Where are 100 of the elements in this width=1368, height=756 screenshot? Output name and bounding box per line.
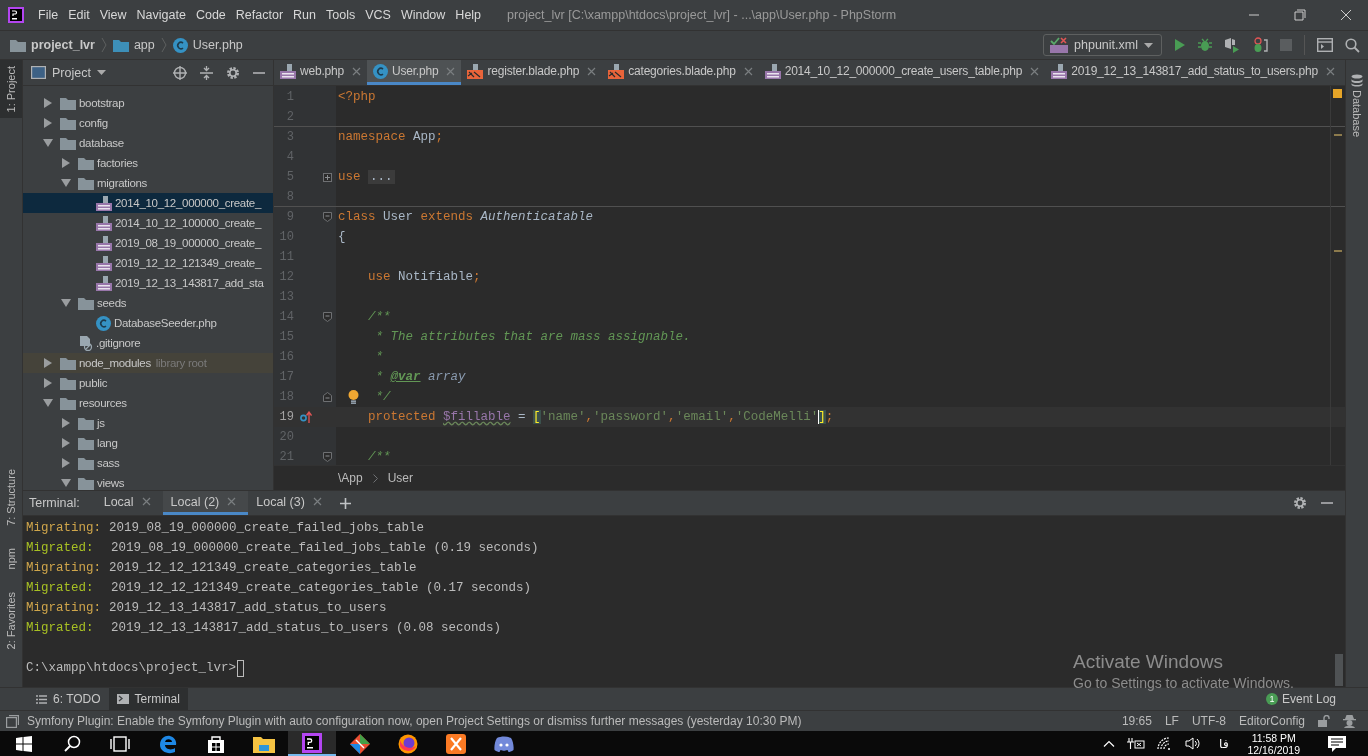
run-icon[interactable] bbox=[1174, 38, 1186, 52]
session-tab[interactable]: Local (3) bbox=[248, 491, 334, 515]
menu-item[interactable]: VCS bbox=[365, 8, 391, 22]
browser-icon[interactable] bbox=[398, 733, 418, 754]
tree-item[interactable]: resources bbox=[79, 397, 127, 409]
coverage-icon[interactable] bbox=[1224, 37, 1240, 53]
inspector-icon[interactable] bbox=[1343, 714, 1356, 728]
tool-window-tab[interactable]: 6: TODO bbox=[28, 688, 109, 710]
file-encoding[interactable]: UTF-8 bbox=[1191, 714, 1226, 728]
collapse-all-icon[interactable] bbox=[200, 65, 213, 80]
session-tab[interactable]: Local bbox=[95, 491, 163, 515]
scroll-marker[interactable] bbox=[1334, 250, 1342, 252]
expand-arrow-icon[interactable] bbox=[43, 358, 53, 368]
tree-item[interactable]: 2019_08_19_000000_create_ bbox=[115, 237, 261, 249]
menu-item[interactable]: View bbox=[99, 8, 127, 22]
collapse-arrow-icon[interactable] bbox=[61, 298, 71, 308]
menu-item[interactable]: File bbox=[38, 8, 59, 22]
tree-item[interactable]: 2019_12_13_143817_add_sta bbox=[115, 277, 264, 289]
breadcrumb-item[interactable]: app bbox=[133, 38, 155, 52]
chat-app-icon[interactable] bbox=[494, 735, 514, 752]
breadcrumb-item[interactable]: User bbox=[387, 471, 414, 485]
menu-item[interactable]: Refactor bbox=[235, 8, 284, 22]
menu-item[interactable]: Edit bbox=[68, 8, 90, 22]
bug-icon[interactable] bbox=[1198, 38, 1212, 52]
clock-date[interactable]: 12/16/2019 bbox=[1247, 743, 1300, 756]
terminal-window-icon[interactable] bbox=[1317, 38, 1333, 52]
folder-icon[interactable] bbox=[253, 734, 275, 753]
task-view-icon[interactable] bbox=[110, 735, 130, 752]
collapse-arrow-icon[interactable] bbox=[61, 478, 71, 488]
windows-logo-icon[interactable] bbox=[16, 735, 32, 752]
chevron-up-icon[interactable] bbox=[1103, 740, 1116, 747]
run-configuration-dropdown[interactable]: phpunit.xml bbox=[1043, 34, 1162, 56]
expand-arrow-icon[interactable] bbox=[61, 438, 71, 448]
toggle-panels-icon[interactable] bbox=[6, 714, 19, 728]
tree-item[interactable]: database bbox=[79, 137, 124, 149]
expand-fold-icon[interactable] bbox=[322, 172, 332, 182]
editor-tab[interactable]: categories.blade.php bbox=[602, 60, 759, 85]
app-logo-icon[interactable] bbox=[302, 732, 322, 753]
maximize-icon[interactable] bbox=[1294, 9, 1306, 21]
tree-item[interactable]: .gitignore bbox=[96, 337, 141, 349]
collapse-arrow-icon[interactable] bbox=[61, 178, 71, 188]
expand-arrow-icon[interactable] bbox=[61, 418, 71, 428]
tool-window-tab[interactable]: npm bbox=[0, 542, 22, 576]
close-icon[interactable] bbox=[1340, 9, 1352, 21]
tree-item[interactable]: public bbox=[79, 377, 108, 389]
editor-tab[interactable]: 2019_12_13_143817_add_status_to_users.php bbox=[1045, 60, 1341, 85]
event-log-button[interactable]: 1 Event Log bbox=[1265, 692, 1368, 706]
tool-window-tab[interactable]: 7: Structure bbox=[0, 463, 22, 533]
tree-item[interactable]: 2014_10_12_100000_create_ bbox=[115, 217, 261, 229]
caret-position[interactable]: 19:65 bbox=[1121, 714, 1152, 728]
settings-icon[interactable] bbox=[1293, 496, 1307, 510]
add-icon[interactable] bbox=[339, 497, 351, 509]
fold-icon[interactable] bbox=[322, 392, 332, 402]
override-marker-icon[interactable] bbox=[300, 411, 312, 423]
menu-item[interactable]: Run bbox=[293, 8, 316, 22]
panel-title[interactable]: Project bbox=[52, 65, 91, 80]
menu-item[interactable]: Code bbox=[195, 8, 226, 22]
tree-item[interactable]: node_modules bbox=[79, 357, 151, 369]
tree-item[interactable]: sass bbox=[97, 457, 120, 469]
expand-arrow-icon[interactable] bbox=[61, 458, 71, 468]
fold-icon[interactable] bbox=[322, 212, 332, 222]
tool-window-tab[interactable]: 1: Project bbox=[0, 60, 22, 119]
tree-item[interactable]: migrations bbox=[97, 177, 148, 189]
volume-icon[interactable] bbox=[1185, 737, 1202, 750]
settings-icon[interactable] bbox=[226, 65, 240, 80]
scrollbar[interactable] bbox=[1335, 654, 1343, 686]
menu-item[interactable]: Navigate bbox=[136, 8, 186, 22]
tool-window-tab[interactable]: 2: Favorites bbox=[0, 585, 22, 655]
fold-icon[interactable] bbox=[322, 312, 332, 322]
tree-item[interactable]: seeds bbox=[97, 297, 127, 309]
breadcrumb-item[interactable]: User.php bbox=[192, 38, 243, 52]
expand-arrow-icon[interactable] bbox=[61, 158, 71, 168]
input-language[interactable]: فا bbox=[1219, 736, 1230, 751]
tree-item[interactable]: factories bbox=[97, 157, 138, 169]
store-icon[interactable] bbox=[207, 734, 225, 753]
battery-icon[interactable] bbox=[1127, 738, 1146, 749]
unlock-icon[interactable] bbox=[1318, 715, 1330, 727]
xampp-icon[interactable] bbox=[446, 733, 466, 754]
search-icon[interactable] bbox=[63, 735, 81, 752]
tree-item[interactable]: views bbox=[97, 477, 125, 489]
tree-item[interactable]: lang bbox=[97, 437, 118, 449]
diamond-icon[interactable] bbox=[350, 733, 370, 754]
collapse-arrow-icon[interactable] bbox=[43, 398, 53, 408]
editor-tab[interactable]: User.php bbox=[367, 60, 462, 85]
breadcrumb-item[interactable]: \App bbox=[338, 471, 363, 485]
tree-item[interactable]: 2019_12_12_121349_create_ bbox=[115, 257, 261, 269]
status-message[interactable]: Symfony Plugin: Enable the Symfony Plugin with auto configuration now, open Project Settings or dismiss further messages (yesterday 10:30 PM) bbox=[27, 714, 802, 728]
editor-tab[interactable]: 2014_10_12_000000_create_users_table.php bbox=[758, 60, 1046, 85]
tree-item[interactable]: DatabaseSeeder.php bbox=[114, 317, 217, 329]
scroll-marker[interactable] bbox=[1334, 134, 1342, 136]
session-tab[interactable]: Local (2) bbox=[162, 491, 249, 515]
line-separator[interactable]: LF bbox=[1164, 714, 1179, 728]
locate-icon[interactable] bbox=[173, 65, 187, 80]
expand-arrow-icon[interactable] bbox=[43, 98, 53, 108]
minimize-icon[interactable] bbox=[253, 71, 265, 74]
notification-icon[interactable] bbox=[1328, 735, 1346, 752]
clock-time[interactable]: 11:58 PM bbox=[1251, 731, 1296, 744]
breadcrumb-item[interactable]: project_lvr bbox=[31, 38, 95, 52]
editor-tab[interactable]: web.php bbox=[274, 60, 367, 85]
debug-stop-icon[interactable] bbox=[1252, 37, 1268, 53]
